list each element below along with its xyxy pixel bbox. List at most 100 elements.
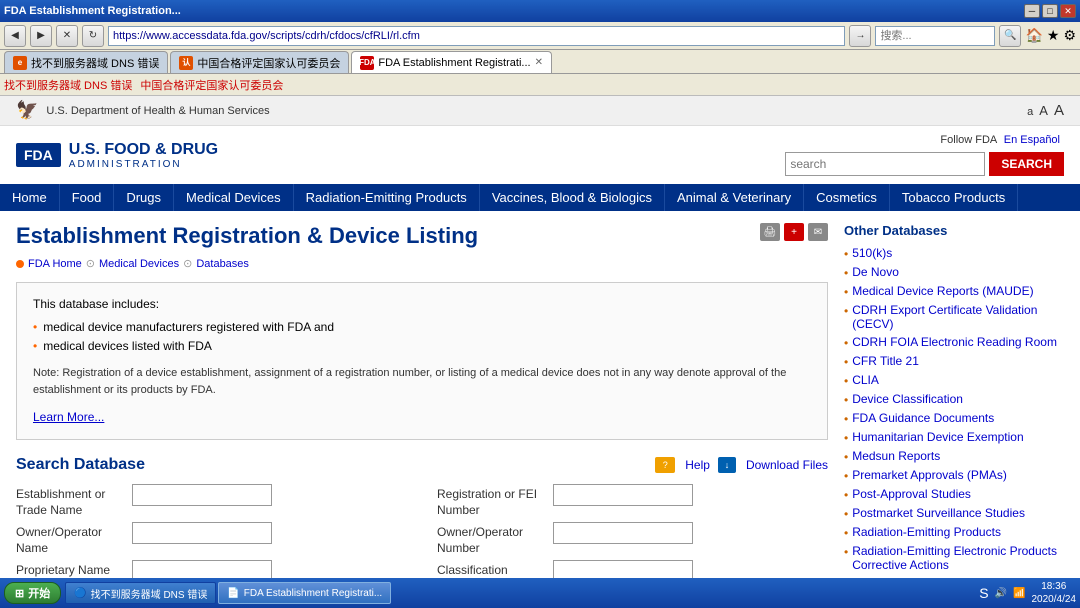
fda-title: U.S. FOOD & DRUG (69, 140, 218, 159)
home-icon[interactable]: 🏠 (1025, 27, 1042, 44)
refresh-button[interactable]: ↻ (82, 25, 104, 47)
sidebar-link-denovo[interactable]: De Novo (852, 265, 899, 279)
sidebar-item-radiation: Radiation-Emitting Products (844, 525, 1064, 540)
maximize-button[interactable]: □ (1042, 4, 1058, 18)
font-large[interactable]: A (1054, 102, 1064, 119)
star-icon[interactable]: ★ (1047, 27, 1060, 44)
sidebar-link-postmarket[interactable]: Postmarket Surveillance Studies (852, 506, 1025, 520)
share-icon[interactable]: + (784, 223, 804, 241)
stop-button[interactable]: ✕ (56, 25, 78, 47)
sidebar-item-maude: Medical Device Reports (MAUDE) (844, 284, 1064, 299)
tab-bar: e 找不到服务器域 DNS 错误 认 中国合格评定国家认可委员会 FDA FDA… (0, 50, 1080, 74)
sidebar-item-device-class: Device Classification (844, 392, 1064, 407)
tab-3-close[interactable]: ✕ (535, 57, 543, 68)
tab-3[interactable]: FDA FDA Establishment Registrati... ✕ (351, 51, 552, 73)
sidebar-link-510k[interactable]: 510(k)s (852, 246, 892, 260)
nav-food[interactable]: Food (60, 184, 115, 211)
tab-1-label: 找不到服务器域 DNS 错误 (31, 55, 159, 71)
download-label[interactable]: Download Files (746, 458, 828, 472)
back-button[interactable]: ◀ (4, 25, 26, 47)
address-bar[interactable] (108, 26, 845, 46)
browser-window: FDA Establishment Registration... ─ □ ✕ … (0, 0, 1080, 608)
nav-tobacco[interactable]: Tobacco Products (890, 184, 1018, 211)
sidebar-item-cfr: CFR Title 21 (844, 354, 1064, 369)
email-icon[interactable]: ✉ (808, 223, 828, 241)
title-bar-text: FDA Establishment Registration... (4, 5, 181, 17)
taskbar-icon-s: S (979, 585, 988, 601)
follow-fda-label: Follow FDA (940, 134, 996, 146)
search-tools: ? Help ↓ Download Files (655, 457, 828, 473)
sidebar-item-post-approval: Post-Approval Studies (844, 487, 1064, 502)
sidebar-link-medsun[interactable]: Medsun Reports (852, 449, 940, 463)
help-label[interactable]: Help (685, 458, 710, 472)
browser-search-input[interactable] (875, 26, 995, 46)
sidebar-link-cfr[interactable]: CFR Title 21 (852, 354, 919, 368)
sidebar-title: Other Databases (844, 223, 1064, 238)
sidebar-link-guidance[interactable]: FDA Guidance Documents (852, 411, 994, 425)
tab-1[interactable]: e 找不到服务器域 DNS 错误 (4, 51, 168, 73)
nav-animal[interactable]: Animal & Veterinary (665, 184, 804, 211)
font-medium[interactable]: A (1039, 103, 1048, 118)
info-note: Note: Registration of a device establish… (33, 365, 811, 400)
input-owner-number[interactable] (553, 522, 693, 544)
header-search-input[interactable] (785, 152, 985, 176)
info-item-1: medical device manufacturers registered … (33, 318, 811, 337)
page-content: Establishment Registration & Device List… (0, 211, 1080, 608)
nav-home[interactable]: Home (0, 184, 60, 211)
bc-databases[interactable]: Databases (196, 258, 249, 270)
input-owner-name[interactable] (132, 522, 272, 544)
learn-more-link[interactable]: Learn More... (33, 408, 811, 427)
go-button[interactable]: → (849, 25, 871, 47)
sidebar-link-humanitarian[interactable]: Humanitarian Device Exemption (852, 430, 1023, 444)
input-fei[interactable] (553, 484, 693, 506)
sidebar-link-maude[interactable]: Medical Device Reports (MAUDE) (852, 284, 1033, 298)
header-search-button[interactable]: SEARCH (989, 152, 1064, 176)
taskbar-app-1[interactable]: 🔵 找不到服务器域 DNS 错误 (65, 582, 216, 604)
nav-medical-devices[interactable]: Medical Devices (174, 184, 294, 211)
nav-vaccines[interactable]: Vaccines, Blood & Biologics (480, 184, 665, 211)
sidebar-link-device-class[interactable]: Device Classification (852, 392, 963, 406)
sidebar-link-post-approval[interactable]: Post-Approval Studies (852, 487, 971, 501)
taskbar-app-1-icon: 🔵 (74, 588, 86, 599)
settings-icon[interactable]: ⚙ (1063, 27, 1076, 44)
minimize-button[interactable]: ─ (1024, 4, 1040, 18)
sidebar-link-foia[interactable]: CDRH FOIA Electronic Reading Room (852, 335, 1057, 349)
sidebar-link-radiation[interactable]: Radiation-Emitting Products (852, 525, 1001, 539)
form-row-owner-name: Owner/Operator Name (16, 522, 407, 556)
search-go-button[interactable]: 🔍 (999, 25, 1021, 47)
close-button[interactable]: ✕ (1060, 4, 1076, 18)
fda-subtitle: ADMINISTRATION (69, 159, 218, 170)
bookmark-2[interactable]: 中国合格评定国家认可委员会 (140, 77, 283, 93)
time: 18:36 (1032, 580, 1077, 593)
nav-drugs[interactable]: Drugs (114, 184, 174, 211)
sidebar-link-cecv[interactable]: CDRH Export Certificate Validation (CECV… (852, 303, 1064, 331)
input-establishment-name[interactable] (132, 484, 272, 506)
font-small[interactable]: a (1027, 106, 1033, 118)
start-button[interactable]: ⊞ 开始 (4, 582, 61, 604)
hhs-text: U.S. Department of Health & Human Servic… (46, 105, 269, 117)
nav-radiation[interactable]: Radiation-Emitting Products (294, 184, 480, 211)
sidebar-item-denovo: De Novo (844, 265, 1064, 280)
sidebar-item-postmarket: Postmarket Surveillance Studies (844, 506, 1064, 521)
form-row-owner-number: Owner/Operator Number (437, 522, 828, 556)
bc-medical-devices[interactable]: Medical Devices (99, 258, 179, 270)
taskbar-app-2[interactable]: 📄 FDA Establishment Registrati... (218, 582, 391, 604)
print-icon[interactable]: 🖨 (760, 223, 780, 241)
en-espanol-link[interactable]: En Español (1004, 134, 1060, 146)
sidebar-link-clia[interactable]: CLIA (852, 373, 879, 387)
tab-2-icon: 认 (179, 56, 193, 70)
taskbar-right: S 🔊 📶 18:36 2020/4/24 (979, 580, 1076, 606)
follow-links: Follow FDA En Español (940, 134, 1064, 146)
forward-button[interactable]: ▶ (30, 25, 52, 47)
main-section: Establishment Registration & Device List… (16, 223, 828, 608)
tab-2-label: 中国合格评定国家认可委员会 (197, 55, 340, 71)
tab-2[interactable]: 认 中国合格评定国家认可委员会 (170, 51, 349, 73)
fda-logo-area: FDA U.S. FOOD & DRUG ADMINISTRATION (16, 140, 218, 170)
sidebar-link-pma[interactable]: Premarket Approvals (PMAs) (852, 468, 1007, 482)
bookmark-1[interactable]: 找不到服务器域 DNS 错误 (4, 77, 132, 93)
sidebar-link-radiation-electronic[interactable]: Radiation-Emitting Electronic Products C… (852, 544, 1064, 572)
search-title: Search Database (16, 456, 145, 474)
nav-cosmetics[interactable]: Cosmetics (804, 184, 890, 211)
taskbar-icon-network: 📶 (1013, 588, 1025, 599)
bc-fda-home[interactable]: FDA Home (28, 258, 82, 270)
